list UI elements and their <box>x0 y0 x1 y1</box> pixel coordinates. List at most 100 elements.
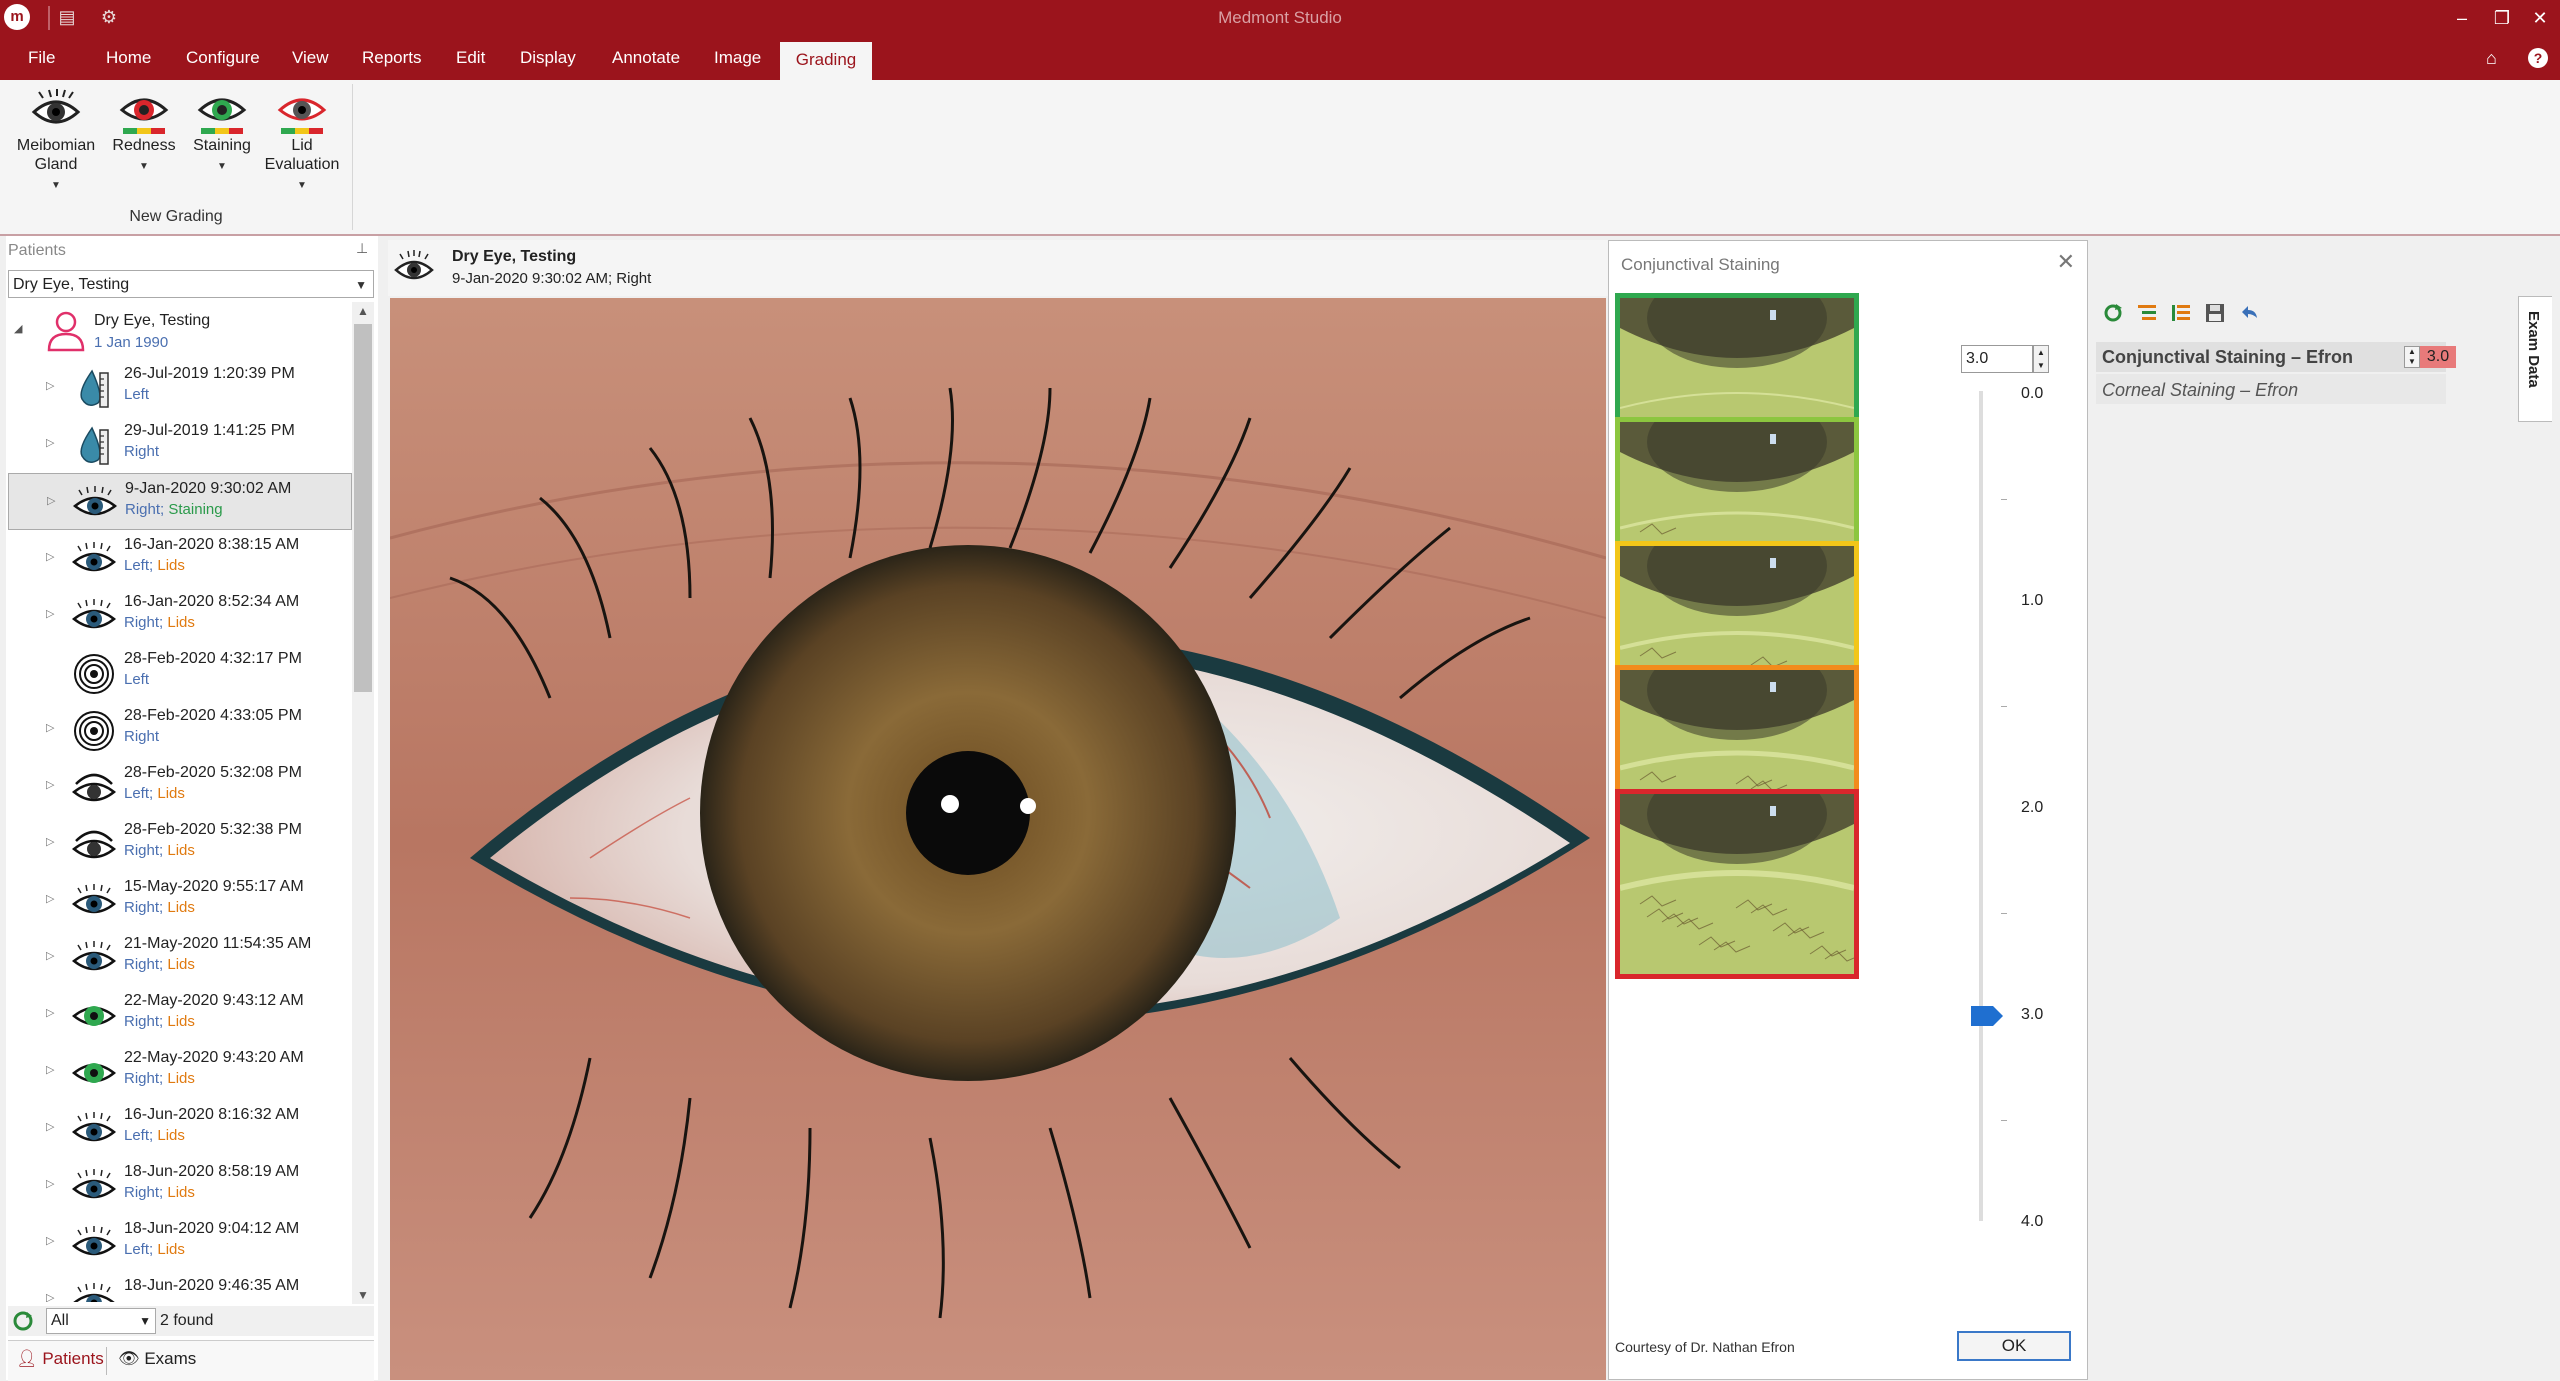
expand-icon[interactable]: ▷ <box>46 949 54 962</box>
expand-icon[interactable]: ▷ <box>46 1120 54 1133</box>
expand-icon[interactable]: ▷ <box>46 1291 54 1302</box>
menu-configure[interactable]: Configure <box>186 48 260 68</box>
exam-row[interactable]: ▷ 29-Jul-2019 1:41:25 PM Right <box>8 416 352 473</box>
exam-row[interactable]: ▷ 16-Jun-2020 8:16:32 AM Left; Lids <box>8 1100 352 1157</box>
exam-row[interactable]: ▷ 28-Feb-2020 4:33:05 PM Right <box>8 701 352 758</box>
ok-button[interactable]: OK <box>1957 1331 2071 1361</box>
scroll-up-icon[interactable]: ▲ <box>357 304 369 318</box>
exam-date: 28-Feb-2020 5:32:38 PM <box>124 821 302 838</box>
expand-icon[interactable]: ▷ <box>47 494 55 507</box>
expand-list-icon[interactable] <box>2136 302 2158 324</box>
grade-reference-image[interactable] <box>1615 789 1859 979</box>
grade-slider-track[interactable] <box>1979 391 1983 1221</box>
exam-data-row[interactable]: Corneal Staining – Efron <box>2096 374 2446 404</box>
expand-icon[interactable]: ▷ <box>46 721 54 734</box>
grade-spinner[interactable]: ▲ ▼ <box>2033 345 2049 373</box>
conjunctival-staining-value[interactable]: 3.0 <box>2420 346 2456 368</box>
exam-data-tab[interactable]: Exam Data <box>2518 296 2552 422</box>
close-icon[interactable]: ✕ <box>2526 4 2554 32</box>
refresh-icon[interactable] <box>12 1310 34 1332</box>
exam-row[interactable]: ▷ 22-May-2020 9:43:20 AM Right; Lids <box>8 1043 352 1100</box>
exam-eye-side: Right <box>124 956 160 973</box>
exam-row[interactable]: ▷ 28-Feb-2020 5:32:08 PM Left; Lids <box>8 758 352 815</box>
tab-patients[interactable]: 👤︎ Patients <box>16 1349 104 1369</box>
exam-row[interactable]: ▷ 9-Jan-2020 9:30:02 AM Right; Staining <box>8 473 352 530</box>
collapse-list-icon[interactable] <box>2170 302 2192 324</box>
expand-icon[interactable]: ▷ <box>46 436 54 449</box>
exam-row[interactable]: ▷ 28-Feb-2020 5:32:38 PM Right; Lids <box>8 815 352 872</box>
exam-data-row[interactable]: Conjunctival Staining – Efron ▲ ▼ 3.0 <box>2096 342 2456 372</box>
exam-row[interactable]: ▷ 18-Jun-2020 9:04:12 AM Left; Lids <box>8 1214 352 1271</box>
menu-edit[interactable]: Edit <box>456 48 485 68</box>
pin-icon[interactable]: ⊥ <box>356 240 368 257</box>
expand-icon[interactable]: ▷ <box>46 1177 54 1190</box>
eye-photo[interactable] <box>390 298 1606 1380</box>
undo-icon[interactable] <box>2238 302 2260 324</box>
scroll-down-icon[interactable]: ▼ <box>357 1288 369 1302</box>
exam-row[interactable]: 28-Feb-2020 4:32:17 PM Left <box>8 644 352 701</box>
grade-value-input[interactable]: 3.0 <box>1961 345 2033 373</box>
expand-icon[interactable]: ▷ <box>46 835 54 848</box>
lid-evaluation-button[interactable]: Lid Evaluation ▼ <box>252 88 352 195</box>
expand-icon[interactable]: ▷ <box>46 379 54 392</box>
tab-grading[interactable]: Grading <box>780 42 872 80</box>
exam-row[interactable]: ▷ 26-Jul-2019 1:20:39 PM Left <box>8 359 352 416</box>
exam-type: Lids <box>157 1127 185 1144</box>
eye-icon <box>72 884 116 914</box>
menu-home[interactable]: Home <box>106 48 151 68</box>
tab-exams[interactable]: 👁︎ Exams <box>118 1349 196 1369</box>
collapse-icon[interactable]: ◢ <box>14 322 22 335</box>
exam-date: 22-May-2020 9:43:12 AM <box>124 992 304 1009</box>
exam-eye-side: Right <box>124 1013 160 1030</box>
value-spinner[interactable]: ▲ ▼ <box>2404 346 2420 368</box>
exam-date: 28-Feb-2020 5:32:08 PM <box>124 764 302 781</box>
menu-annotate[interactable]: Annotate <box>612 48 680 68</box>
exam-row[interactable]: ▷ 15-May-2020 9:55:17 AM Right; Lids <box>8 872 352 929</box>
exam-type: Lids <box>167 614 195 631</box>
exam-row[interactable]: ▷ 16-Jan-2020 8:38:15 AM Left; Lids <box>8 530 352 587</box>
eye-icon <box>72 1112 116 1142</box>
save-icon[interactable] <box>2204 302 2226 324</box>
expand-icon[interactable]: ▷ <box>46 550 54 563</box>
exam-row[interactable]: ▷ 21-May-2020 11:54:35 AM Right; Lids <box>8 929 352 986</box>
exam-row[interactable]: ▷ 22-May-2020 9:43:12 AM Right; Lids <box>8 986 352 1043</box>
scrollbar[interactable]: ▲ ▼ <box>352 302 374 1304</box>
minimize-icon[interactable]: – <box>2448 4 2476 32</box>
exam-row[interactable]: ▷ 18-Jun-2020 8:58:19 AM Right; Lids <box>8 1157 352 1214</box>
expand-icon[interactable]: ▷ <box>46 1063 54 1076</box>
help-icon[interactable]: ? <box>2528 48 2548 68</box>
filter-select[interactable]: All ▼ <box>46 1308 156 1334</box>
close-icon[interactable]: ✕ <box>2057 249 2075 275</box>
meibomian-gland-button[interactable]: Meibomian Gland ▼ <box>6 88 106 195</box>
eye-icon <box>72 599 116 629</box>
patient-root[interactable]: ◢ Dry Eye, Testing 1 Jan 1990 <box>8 302 352 358</box>
menu-file[interactable]: File <box>28 48 55 68</box>
refresh-icon[interactable] <box>2102 302 2124 324</box>
chevron-down-icon: ▼ <box>139 1314 151 1328</box>
menu-reports[interactable]: Reports <box>362 48 422 68</box>
exam-row[interactable]: ▷ 16-Jan-2020 8:52:34 AM Right; Lids <box>8 587 352 644</box>
image-credit: Courtesy of Dr. Nathan Efron <box>1615 1339 1795 1355</box>
menu-image[interactable]: Image <box>714 48 761 68</box>
expand-icon[interactable]: ▷ <box>46 607 54 620</box>
expand-icon[interactable]: ▷ <box>46 1234 54 1247</box>
menu-display[interactable]: Display <box>520 48 576 68</box>
expand-icon[interactable]: ▷ <box>46 1006 54 1019</box>
exam-data-panel: Conjunctival Staining – Efron ▲ ▼ 3.0 Cor… <box>2090 240 2510 1380</box>
exam-details: Right; Lids <box>124 956 195 973</box>
exam-details: Left; Lids <box>124 1127 185 1144</box>
panel-tabs: 👤︎ Patients 👁︎ Exams <box>8 1340 374 1381</box>
patient-select[interactable]: Dry Eye, Testing ▼ <box>8 270 374 298</box>
exam-row[interactable]: ▷ 18-Jun-2020 9:46:35 AM <box>8 1271 352 1302</box>
restore-icon[interactable]: ❐ <box>2488 4 2516 32</box>
exam-type: Staining <box>168 501 223 518</box>
expand-icon[interactable]: ▷ <box>46 892 54 905</box>
grade-slider-thumb[interactable] <box>1971 1006 2003 1026</box>
home-icon[interactable]: ⌂ <box>2486 48 2497 69</box>
menu-view[interactable]: View <box>292 48 329 68</box>
exam-details: Right; Lids <box>124 1070 195 1087</box>
exam-eye-side: Left <box>124 785 150 802</box>
expand-icon[interactable]: ▷ <box>46 778 54 791</box>
scroll-thumb[interactable] <box>354 324 372 692</box>
exam-type: Lids <box>167 1184 195 1201</box>
